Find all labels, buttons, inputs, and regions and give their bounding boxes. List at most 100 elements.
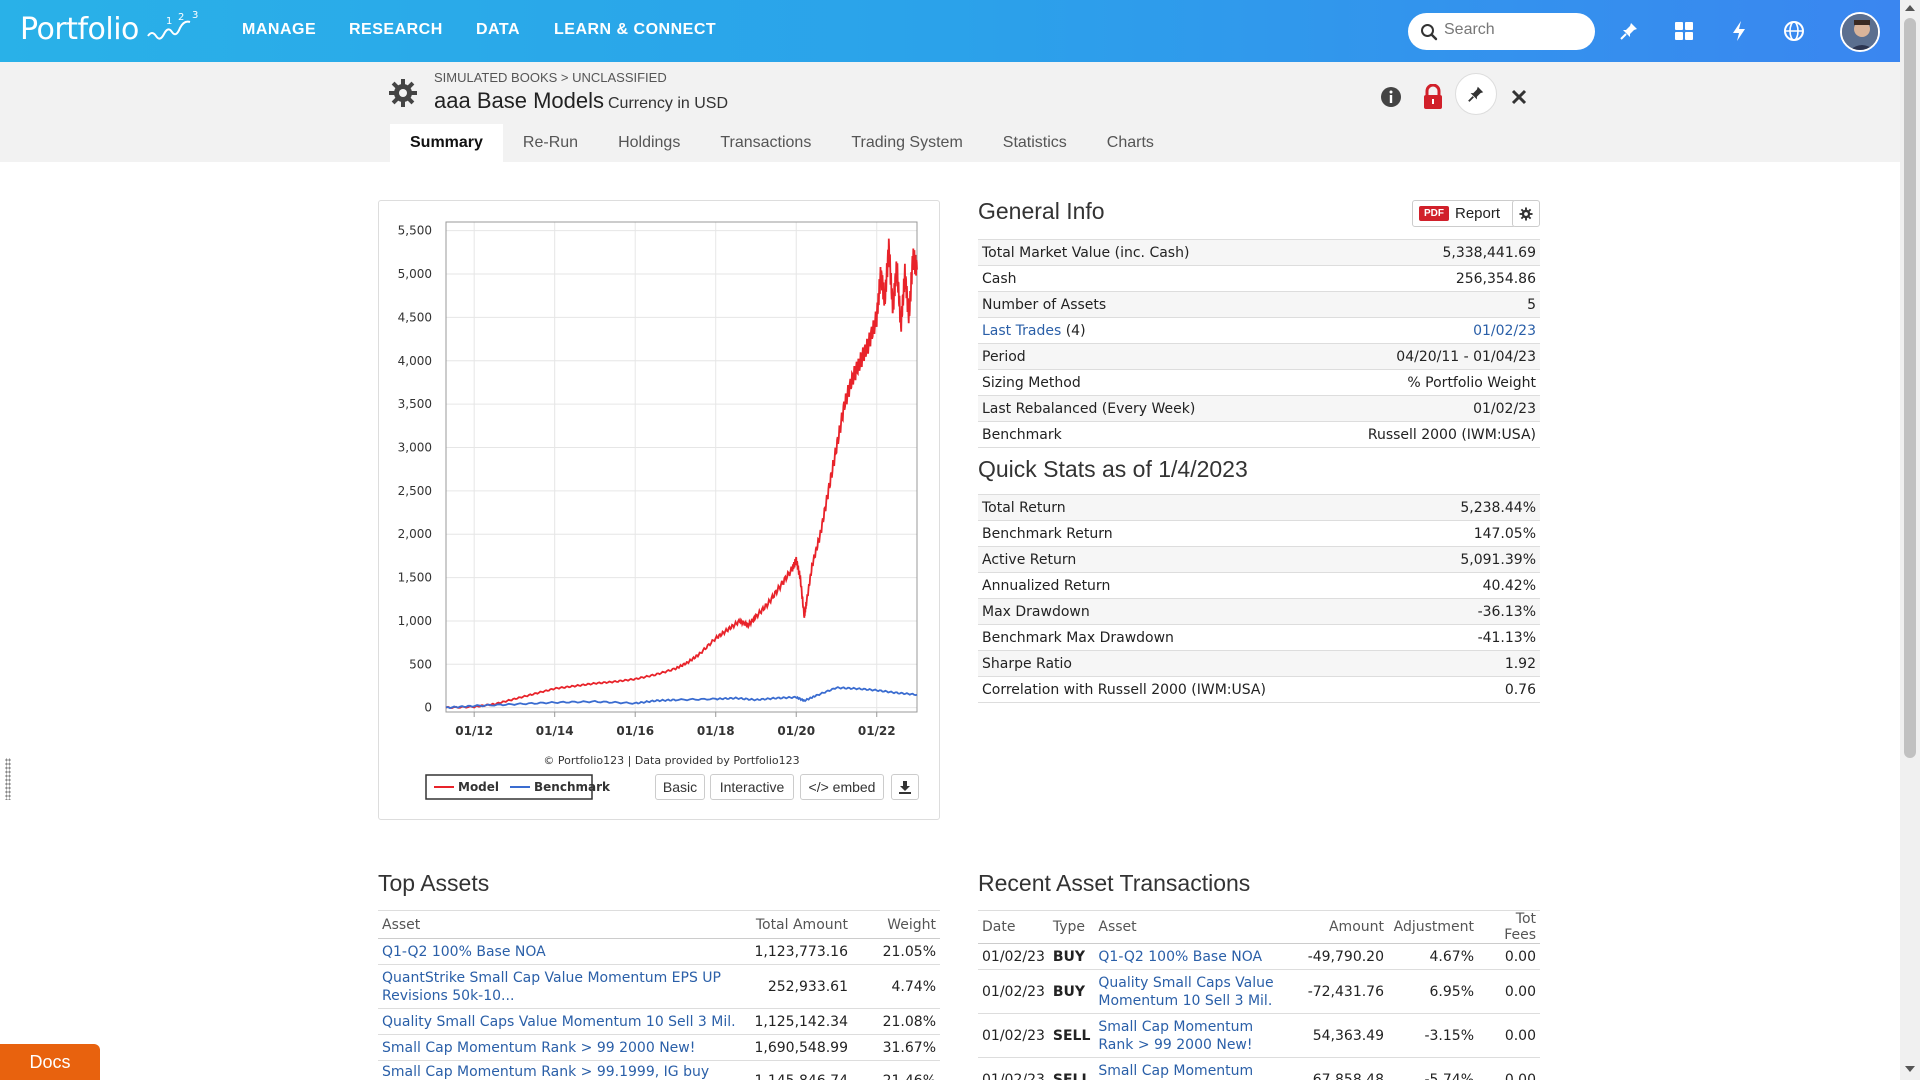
nav-data[interactable]: DATA: [476, 21, 520, 39]
cell: 21.08%: [852, 1008, 940, 1035]
cell: -5.74%: [1388, 1057, 1478, 1080]
asset-link[interactable]: Q1-Q2 100% Base NOA: [382, 944, 546, 960]
performance-chart[interactable]: 0 500 1,000 1,500 2,000 2,500 3,000 3,500 4,000 4…: [378, 200, 940, 820]
plot-area: [445, 221, 918, 713]
info-label: Total Market Value (inc. Cash): [978, 239, 1291, 266]
settings-gear-icon[interactable]: [388, 78, 418, 108]
y-tick-label: 3,500: [398, 397, 432, 411]
tab-summary[interactable]: Summary: [390, 124, 503, 162]
lightning-icon[interactable]: [1726, 18, 1752, 44]
asset-link[interactable]: Q1-Q2 100% Base NOA: [1098, 949, 1262, 965]
last-trades-date-link[interactable]: 01/02/23: [1473, 323, 1536, 339]
cell: -49,790.20: [1292, 943, 1388, 970]
tab-charts[interactable]: Charts: [1087, 124, 1174, 162]
general-info-title: General Info: [978, 198, 1105, 224]
asset-link[interactable]: Small Cap Momentum Rank: [1098, 1063, 1253, 1080]
asset-link[interactable]: Small Cap Momentum Rank > 99 2000 New!: [382, 1040, 695, 1056]
last-trades-link[interactable]: Last Trades: [982, 323, 1061, 339]
brand-logo[interactable]: Portfolio: [20, 12, 139, 47]
chart-basic-button[interactable]: Basic: [655, 774, 705, 800]
pin-icon: [1468, 86, 1484, 102]
info-label: Cash: [978, 265, 1291, 292]
nav-manage[interactable]: MANAGE: [242, 21, 316, 39]
info-value: 01/02/23: [1290, 395, 1540, 422]
docs-button[interactable]: Docs: [0, 1044, 100, 1080]
recent-transactions-title: Recent Asset Transactions: [978, 870, 1251, 896]
download-button[interactable]: [891, 774, 919, 800]
table-row: Cash 256,354.86: [978, 265, 1540, 292]
info-label: Period: [978, 343, 1291, 370]
asset-link[interactable]: Quality Small Caps Value Momentum 10 Sel…: [382, 1014, 736, 1030]
cell: 54,363.49: [1292, 1013, 1388, 1058]
search-box[interactable]: [1408, 13, 1595, 50]
column-header[interactable]: Total Amount: [740, 910, 852, 939]
column-header[interactable]: Type: [1048, 910, 1095, 944]
x-tick-label: 01/16: [616, 724, 654, 738]
stat-label: Max Drawdown: [978, 598, 1415, 625]
tab-statistics[interactable]: Statistics: [983, 124, 1087, 162]
stat-label: Annualized Return: [978, 572, 1415, 599]
breadcrumb[interactable]: SIMULATED BOOKS > UNCLASSIFIED: [434, 70, 667, 85]
close-icon[interactable]: [1502, 80, 1536, 114]
currency-label: Currency in USD: [608, 95, 729, 112]
stat-label: Active Return: [978, 546, 1415, 573]
top-assets-title: Top Assets: [378, 870, 490, 896]
globe-icon[interactable]: [1781, 18, 1807, 44]
column-header[interactable]: Date: [978, 910, 1049, 944]
stat-label: Total Return: [978, 494, 1415, 521]
asset-link[interactable]: Small Cap Momentum Rank > 99 2000 New!: [1098, 1019, 1253, 1053]
cell: 4.74%: [852, 964, 940, 1009]
cell: 01/02/23: [978, 943, 1049, 970]
general-info-table: Total Market Value (inc. Cash) 5,338,441.…: [978, 239, 1540, 448]
table-row: Period 04/20/11 - 01/04/23: [978, 343, 1540, 370]
brand-logo-mark: 1 2 3: [147, 10, 198, 40]
chart-interactive-button[interactable]: Interactive: [710, 774, 794, 800]
pin-icon[interactable]: [1616, 18, 1642, 44]
brand-name: Portfolio: [20, 12, 139, 47]
cell: 4.67%: [1388, 943, 1478, 970]
pin-button[interactable]: [1455, 73, 1497, 115]
tab-rerun[interactable]: Re-Run: [503, 124, 598, 162]
cell: -3.15%: [1388, 1013, 1478, 1058]
tab-transactions[interactable]: Transactions: [700, 124, 831, 162]
column-header[interactable]: Asset: [378, 910, 740, 939]
page-title: aaa Base Models Currency in USD: [434, 88, 728, 114]
stat-value: 5,238.44%: [1414, 494, 1540, 521]
stat-value: 147.05%: [1414, 520, 1540, 547]
column-header[interactable]: Adjustment: [1388, 910, 1478, 944]
cell: 0.00: [1478, 1057, 1540, 1080]
cell: 0.00: [1478, 1013, 1540, 1058]
pdf-report-button[interactable]: PDF Report: [1412, 200, 1516, 227]
page-scrollbar[interactable]: [1900, 0, 1920, 1080]
asset-link[interactable]: Small Cap Momentum Rank > 99.1999, IG bu…: [382, 1064, 709, 1080]
x-tick-label: 01/18: [697, 724, 735, 738]
grid-icon[interactable]: [1671, 18, 1697, 44]
column-header[interactable]: Asset: [1094, 910, 1292, 944]
pdf-icon: PDF: [1419, 206, 1449, 221]
tab-trading-system[interactable]: Trading System: [831, 124, 982, 162]
top-assets-table: Asset Total Amount Weight Q1-Q2 100% Bas…: [378, 910, 940, 1080]
y-tick-label: 2,500: [398, 484, 432, 498]
nav-learn-connect[interactable]: LEARN & CONNECT: [554, 21, 716, 39]
column-header[interactable]: Weight: [852, 910, 940, 939]
cell: 21.46%: [852, 1060, 940, 1080]
drag-handle[interactable]: [5, 758, 11, 800]
avatar[interactable]: [1840, 12, 1880, 52]
column-header[interactable]: Amount: [1292, 910, 1388, 944]
scroll-thumb[interactable]: [1904, 18, 1916, 758]
report-settings-button[interactable]: [1512, 200, 1540, 227]
nav-research[interactable]: RESEARCH: [349, 21, 443, 39]
stat-value: 5,091.39%: [1414, 546, 1540, 573]
cell: 1,145,846.74: [740, 1060, 852, 1080]
column-header[interactable]: Tot Fees: [1478, 910, 1540, 944]
lock-icon[interactable]: [1416, 80, 1450, 114]
chart-embed-button[interactable]: </> embed: [800, 774, 884, 800]
tab-holdings[interactable]: Holdings: [598, 124, 700, 162]
search-input[interactable]: [1444, 21, 1584, 39]
scroll-up-icon[interactable]: [1905, 5, 1915, 11]
asset-link[interactable]: QuantStrike Small Cap Value Momentum EPS…: [382, 970, 721, 1004]
scroll-down-icon[interactable]: [1905, 1066, 1915, 1072]
asset-link[interactable]: Quality Small Caps Value Momentum 10 Sel…: [1098, 975, 1273, 1009]
info-icon[interactable]: [1374, 80, 1408, 114]
download-icon: [899, 781, 911, 794]
